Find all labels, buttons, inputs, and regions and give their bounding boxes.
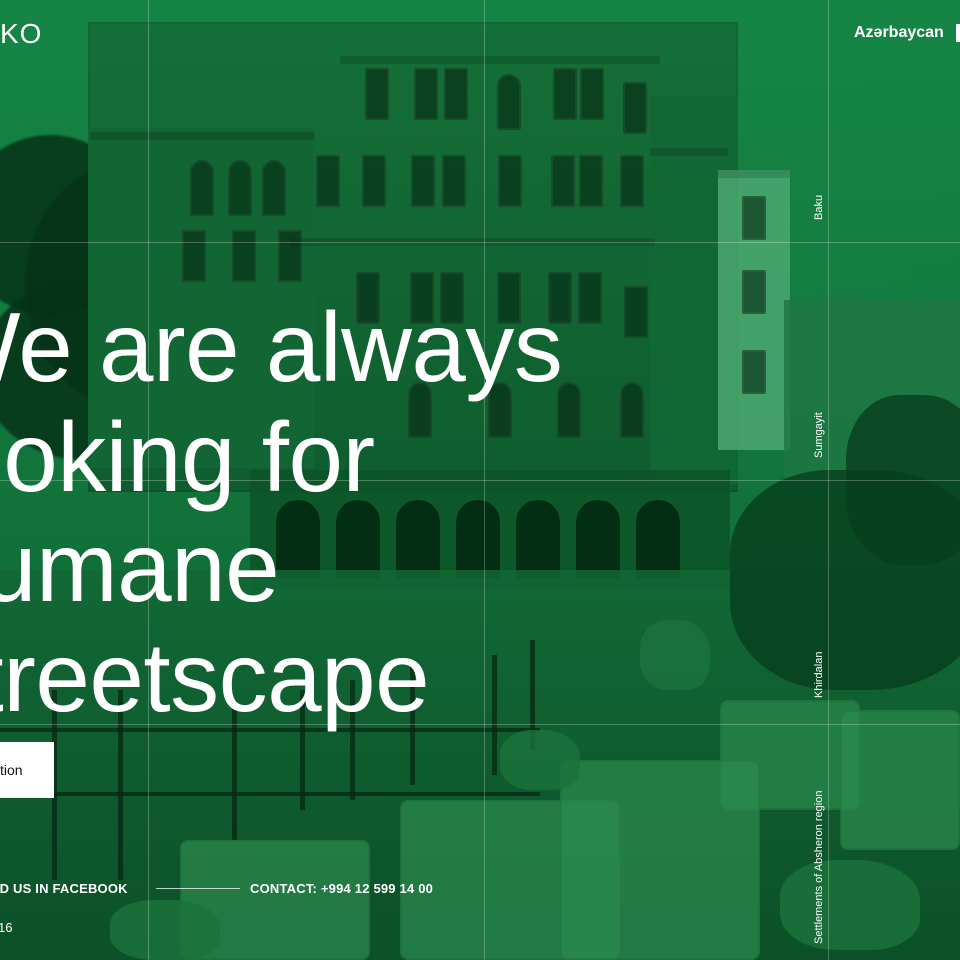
menu-icon[interactable] xyxy=(956,24,960,42)
language-switcher[interactable]: Azərbaycan xyxy=(854,25,944,41)
side-nav-sumgayit[interactable]: Sumgayit xyxy=(813,412,825,458)
headline-line: humane xyxy=(0,512,280,622)
building-window xyxy=(411,155,435,207)
footer-divider xyxy=(156,888,240,889)
building-window xyxy=(623,82,647,134)
building-cornice xyxy=(650,148,728,156)
site-logo[interactable]: KO xyxy=(0,20,42,48)
building-window xyxy=(182,230,206,282)
building-window xyxy=(551,155,575,207)
stone-rock xyxy=(110,900,220,960)
landing-page: KO Azərbaycan We are always looking for … xyxy=(0,0,960,960)
stone-rock xyxy=(780,860,920,950)
stone-ruin xyxy=(840,710,960,850)
copyright-year: 16 xyxy=(0,920,13,935)
dark-tree-foliage xyxy=(846,395,960,565)
stone-rock xyxy=(640,620,710,690)
building-window xyxy=(414,68,438,120)
building-cornice xyxy=(340,56,660,64)
building-window xyxy=(742,350,766,394)
iron-fence-rail xyxy=(0,792,540,796)
stone-rock xyxy=(500,730,580,790)
building-window xyxy=(442,155,466,207)
building-window xyxy=(262,160,286,216)
building-window xyxy=(278,230,302,282)
building-window xyxy=(228,160,252,216)
hero-cta-button[interactable]: tion xyxy=(0,742,54,798)
side-nav-khirdalan[interactable]: Khirdalan xyxy=(813,652,825,698)
headline-line: streetscape xyxy=(0,622,430,732)
building-cornice xyxy=(290,238,655,246)
building-window xyxy=(497,74,521,130)
building-window xyxy=(232,230,256,282)
building-cornice xyxy=(90,132,315,140)
building-window xyxy=(316,155,340,207)
building-window xyxy=(553,68,577,120)
stone-ruin xyxy=(560,760,760,960)
building-window xyxy=(444,68,468,120)
building-window xyxy=(362,155,386,207)
headline-line: looking for xyxy=(0,402,375,512)
building-window xyxy=(365,68,389,120)
building-window xyxy=(579,155,603,207)
side-nav-absheron-settlements[interactable]: Settlements of Absheron region xyxy=(813,791,825,944)
building-window xyxy=(742,196,766,240)
hero-headline: We are always looking for humane streets… xyxy=(0,292,648,732)
building-window xyxy=(498,155,522,207)
contact-link[interactable]: CONTACT: +994 12 599 14 00 xyxy=(250,882,433,895)
building-window xyxy=(190,160,214,216)
building-window xyxy=(742,270,766,314)
building-cornice xyxy=(718,170,790,178)
headline-line: We are always xyxy=(0,292,563,402)
side-nav-baku[interactable]: Baku xyxy=(813,195,825,220)
building-window xyxy=(580,68,604,120)
building-window xyxy=(620,155,644,207)
facebook-link[interactable]: ND US IN FACEBOOK xyxy=(0,882,128,895)
